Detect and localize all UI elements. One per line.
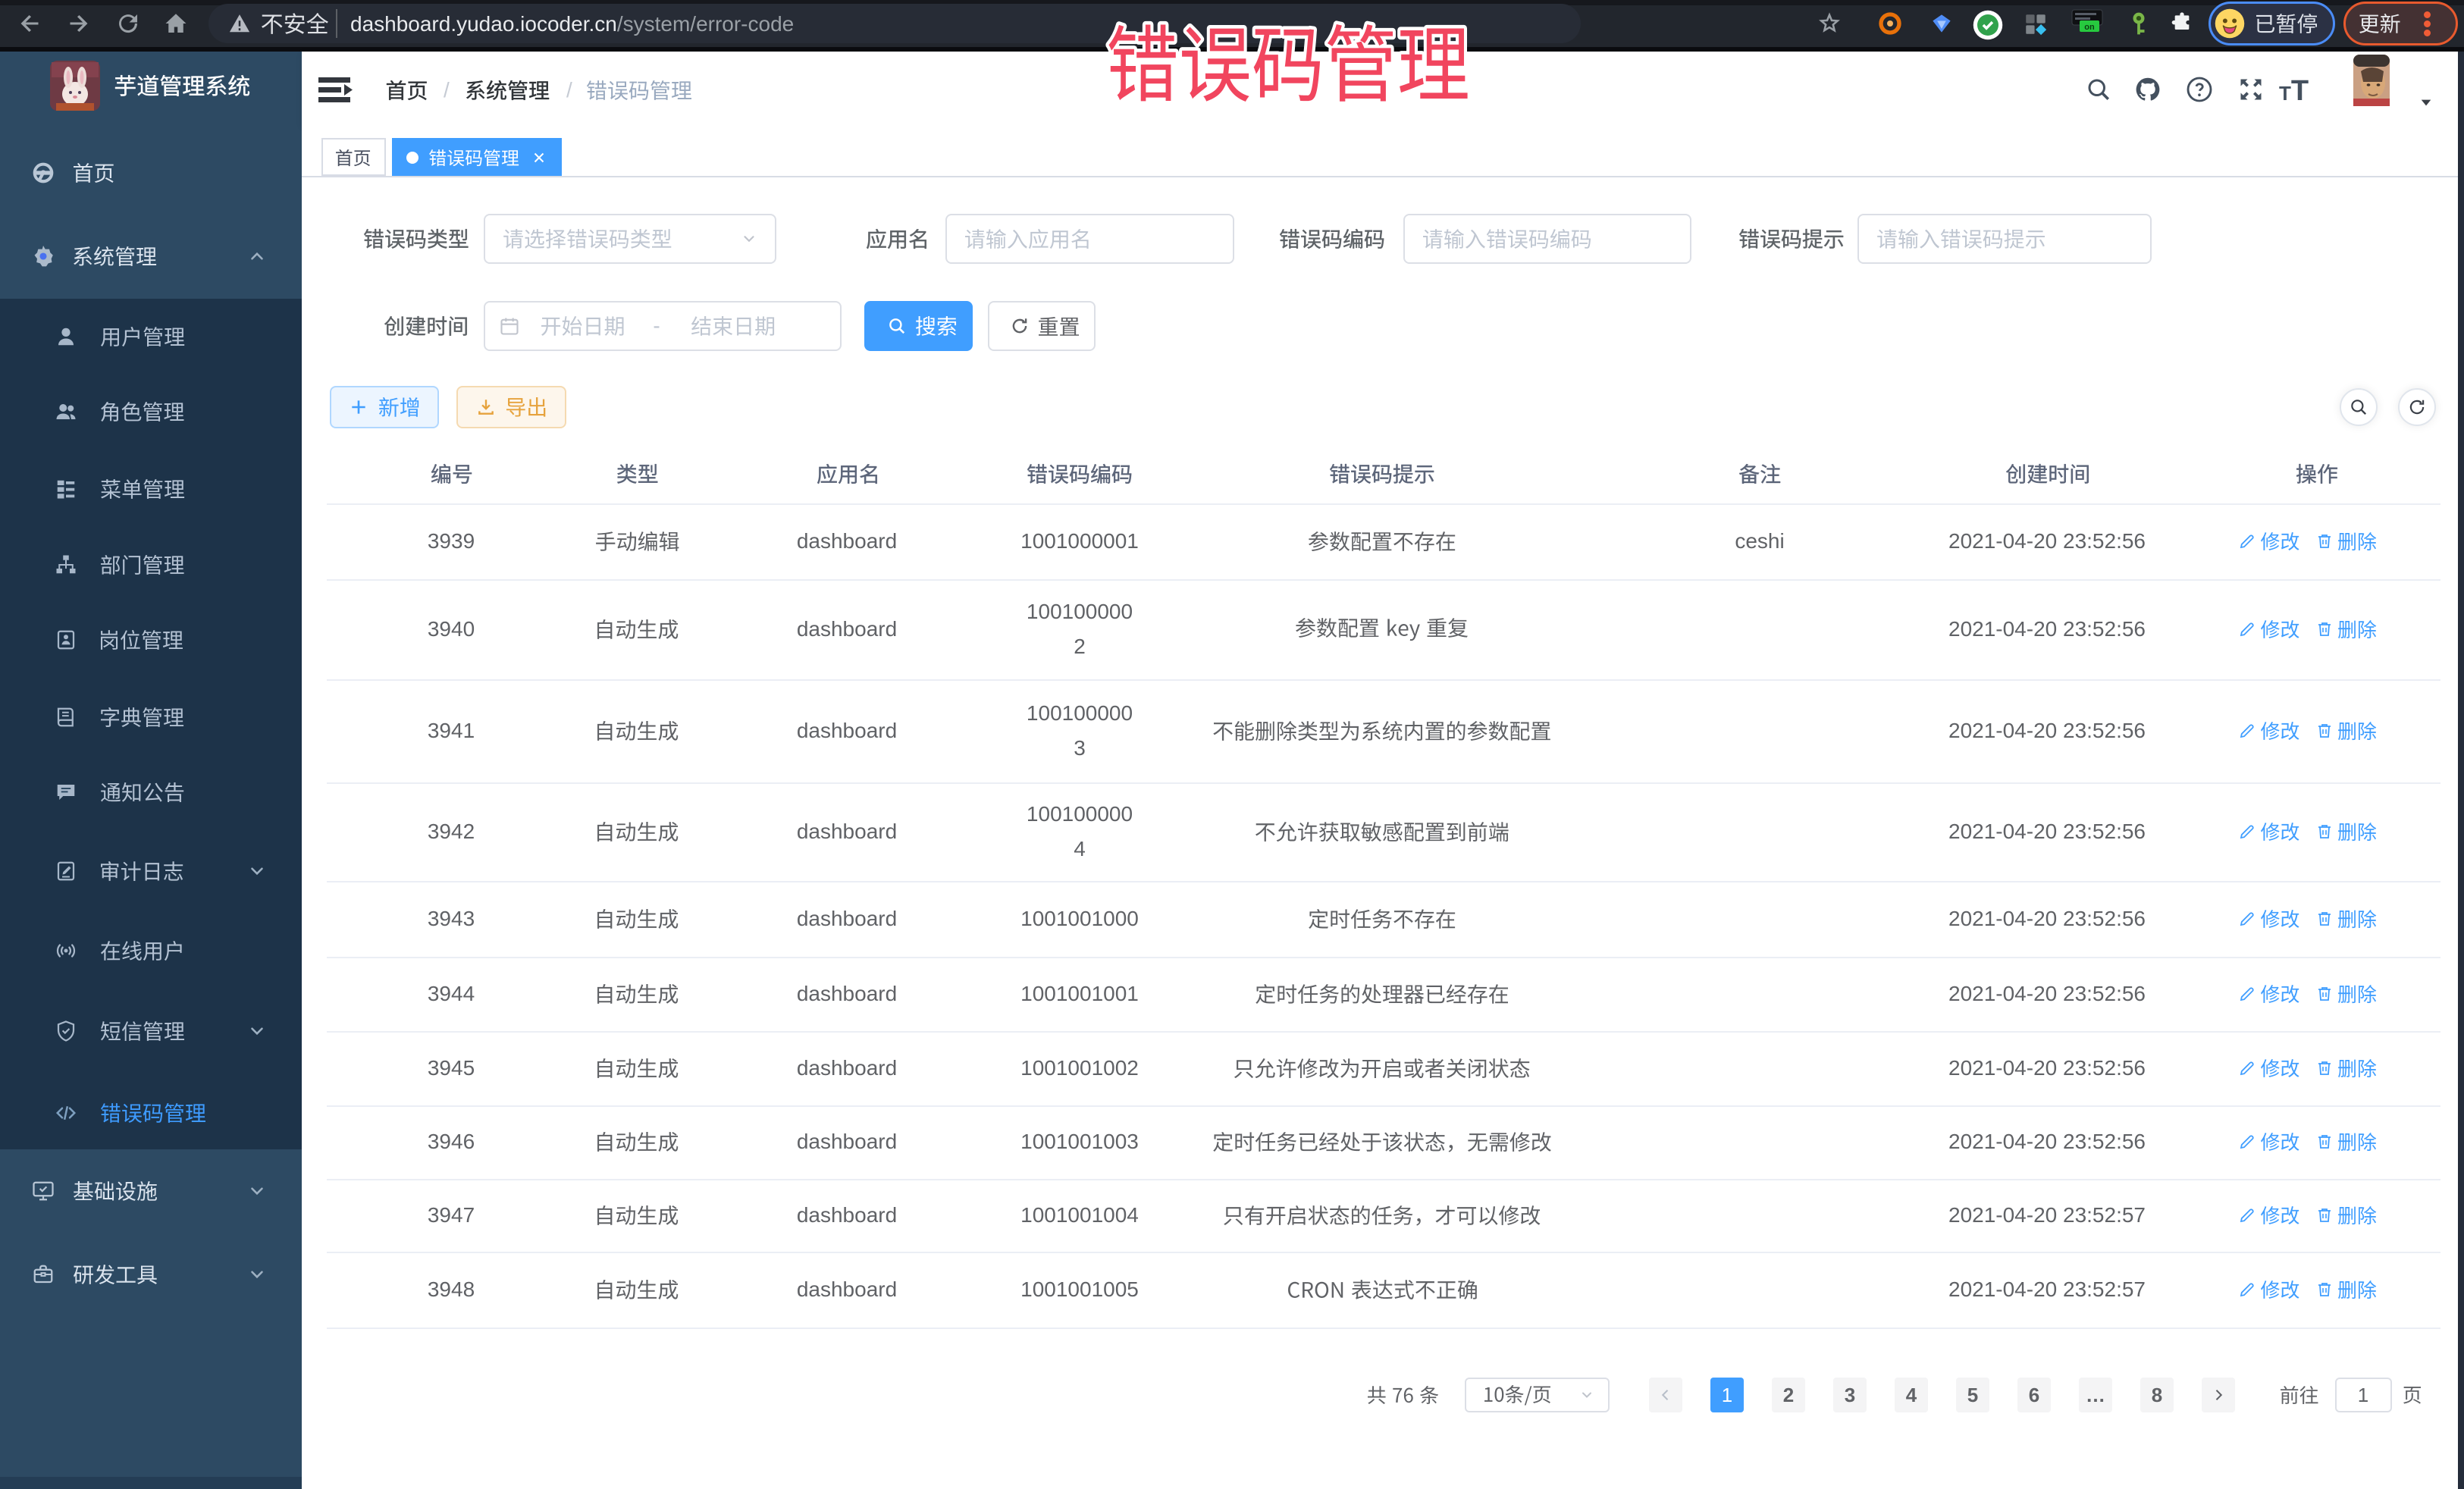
svg-text:on: on xyxy=(2084,23,2095,32)
